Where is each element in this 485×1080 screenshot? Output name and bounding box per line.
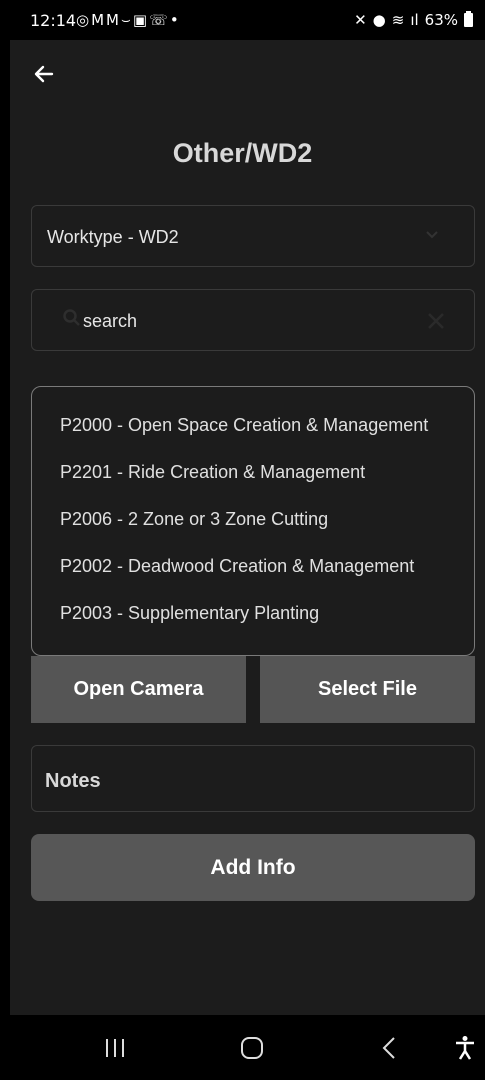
list-item[interactable]: P2006 - 2 Zone or 3 Zone Cutting [60, 509, 328, 530]
search-results-dropdown[interactable]: P2000 - Open Space Creation & Management… [31, 386, 475, 656]
open-camera-button[interactable]: Open Camera [31, 656, 246, 723]
wifi-icon: ≋ [391, 11, 405, 29]
add-info-button[interactable]: Add Info [31, 834, 475, 901]
wifi-call-icon: ☏ [149, 11, 170, 29]
notification-icons: ◎MM⌣▣☏• [76, 11, 181, 29]
location-icon: ● [372, 11, 386, 29]
arrow-left-icon [34, 65, 54, 83]
mute-icon: ✕ [354, 11, 367, 29]
accessibility-icon[interactable] [453, 1035, 477, 1061]
whatsapp-icon: ◎ [76, 11, 92, 29]
gmail-icon: M [91, 11, 107, 29]
list-item[interactable]: P2002 - Deadwood Creation & Management [60, 556, 414, 577]
search-input[interactable]: search [31, 289, 475, 351]
search-icon [63, 309, 80, 326]
worktype-value: Worktype - WD2 [47, 227, 179, 247]
status-icons: ✕ ● ≋ ıl 63% [354, 11, 473, 29]
notes-label: Notes [45, 770, 101, 792]
recent-apps-icon[interactable] [104, 1035, 126, 1061]
dot-icon: • [169, 11, 181, 29]
back-icon[interactable] [380, 1035, 398, 1061]
battery-icon [464, 11, 473, 27]
signal-icon: ıl [410, 11, 419, 29]
page-title: Other/WD2 [172, 138, 313, 168]
gallery-icon: ▣ [132, 11, 150, 29]
home-icon[interactable] [240, 1035, 264, 1061]
worktype-select[interactable]: Worktype - WD2 [31, 205, 475, 267]
chevron-down-icon [426, 231, 438, 239]
search-value: search [83, 311, 138, 331]
notes-field[interactable]: Notes [31, 745, 475, 812]
missed-call-icon: ⌣ [121, 11, 133, 29]
status-bar: 12:14 ◎MM⌣▣☏• ✕ ● ≋ ıl 63% [0, 0, 485, 40]
close-icon[interactable] [426, 311, 446, 331]
list-item[interactable]: P2003 - Supplementary Planting [60, 603, 319, 624]
battery-level: 63% [424, 11, 458, 29]
list-item[interactable]: P2201 - Ride Creation & Management [60, 462, 365, 483]
gmail-icon: M [106, 11, 121, 29]
status-time: 12:14 [30, 11, 77, 30]
system-nav-bar [0, 1015, 485, 1080]
select-file-button[interactable]: Select File [260, 656, 475, 723]
back-button[interactable] [32, 62, 60, 90]
list-item[interactable]: P2000 - Open Space Creation & Management [60, 415, 428, 436]
